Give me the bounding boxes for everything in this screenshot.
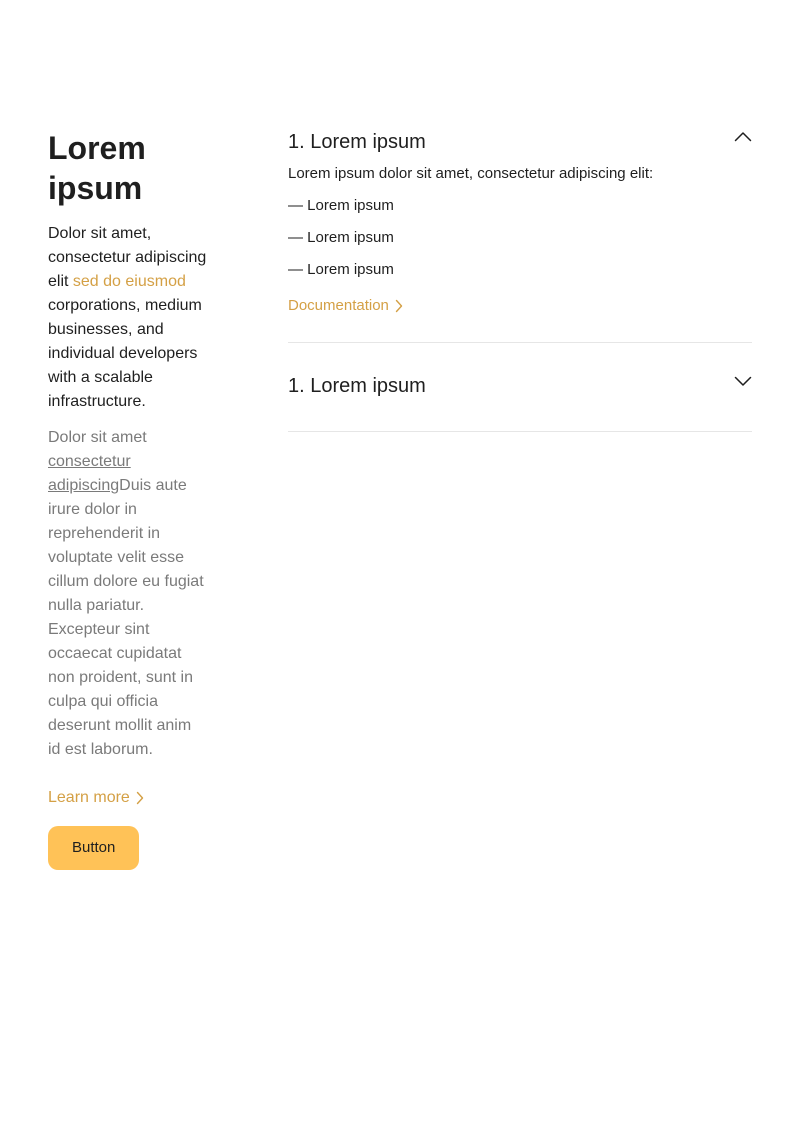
accordion-list: — Lorem ipsum — Lorem ipsum — Lorem ipsu…: [288, 196, 752, 280]
primary-button[interactable]: Button: [48, 826, 140, 870]
body-text-1: Dolor sit amet: [48, 429, 147, 446]
accordion-item: 1. Lorem ipsum: [288, 343, 752, 432]
accordion-panel: Lorem ipsum dolor sit amet, consectetur …: [288, 156, 752, 342]
accordion-item-title: 1. Lorem ipsum: [288, 131, 426, 153]
accordion-header[interactable]: 1. Lorem ipsum: [288, 372, 752, 400]
chevron-right-icon: [395, 299, 403, 313]
lead-paragraph: Dolor sit amet, consectetur adipiscing e…: [48, 222, 208, 414]
documentation-link[interactable]: Documentation: [288, 296, 403, 316]
documentation-label: Documentation: [288, 297, 389, 314]
lead-strong-text: infrastructure: [48, 393, 142, 410]
body-paragraph: Dolor sit amet consectetur adipiscingDui…: [48, 426, 208, 762]
list-item: — Lorem ipsum: [288, 229, 394, 246]
accordion-intro-text: Lorem ipsum dolor sit amet, consectetur …: [288, 165, 654, 182]
accordion: 1. Lorem ipsum Lorem ipsum dolor sit ame…: [288, 128, 752, 432]
list-item: — Lorem ipsum: [288, 261, 394, 278]
accordion-header[interactable]: 1. Lorem ipsum: [288, 128, 752, 156]
page-title: Lorem ipsum: [48, 128, 208, 208]
learn-more-link[interactable]: Learn more: [48, 786, 144, 810]
page-title-line-2: ipsum: [48, 170, 143, 206]
page-title-line-1: Lorem: [48, 130, 146, 166]
lead-accent-text: sed do eiusmod: [72, 273, 186, 290]
intro-column: Lorem ipsum Dolor sit amet, consectetur …: [48, 128, 208, 870]
body-text-2: Duis aute irure dolor in reprehenderit i…: [48, 477, 204, 758]
accordion-item: 1. Lorem ipsum Lorem ipsum dolor sit ame…: [288, 128, 752, 343]
learn-more-label: Learn more: [48, 789, 130, 806]
chevron-down-icon[interactable]: [734, 372, 752, 390]
list-item: — Lorem ipsum: [288, 197, 394, 214]
chevron-right-icon: [136, 791, 144, 805]
accordion-item-title: 1. Lorem ipsum: [288, 375, 426, 397]
chevron-up-icon[interactable]: [734, 128, 752, 146]
lead-text-3: .: [141, 393, 146, 410]
lead-text-2: corporations, medium businesses, and ind…: [48, 297, 202, 386]
